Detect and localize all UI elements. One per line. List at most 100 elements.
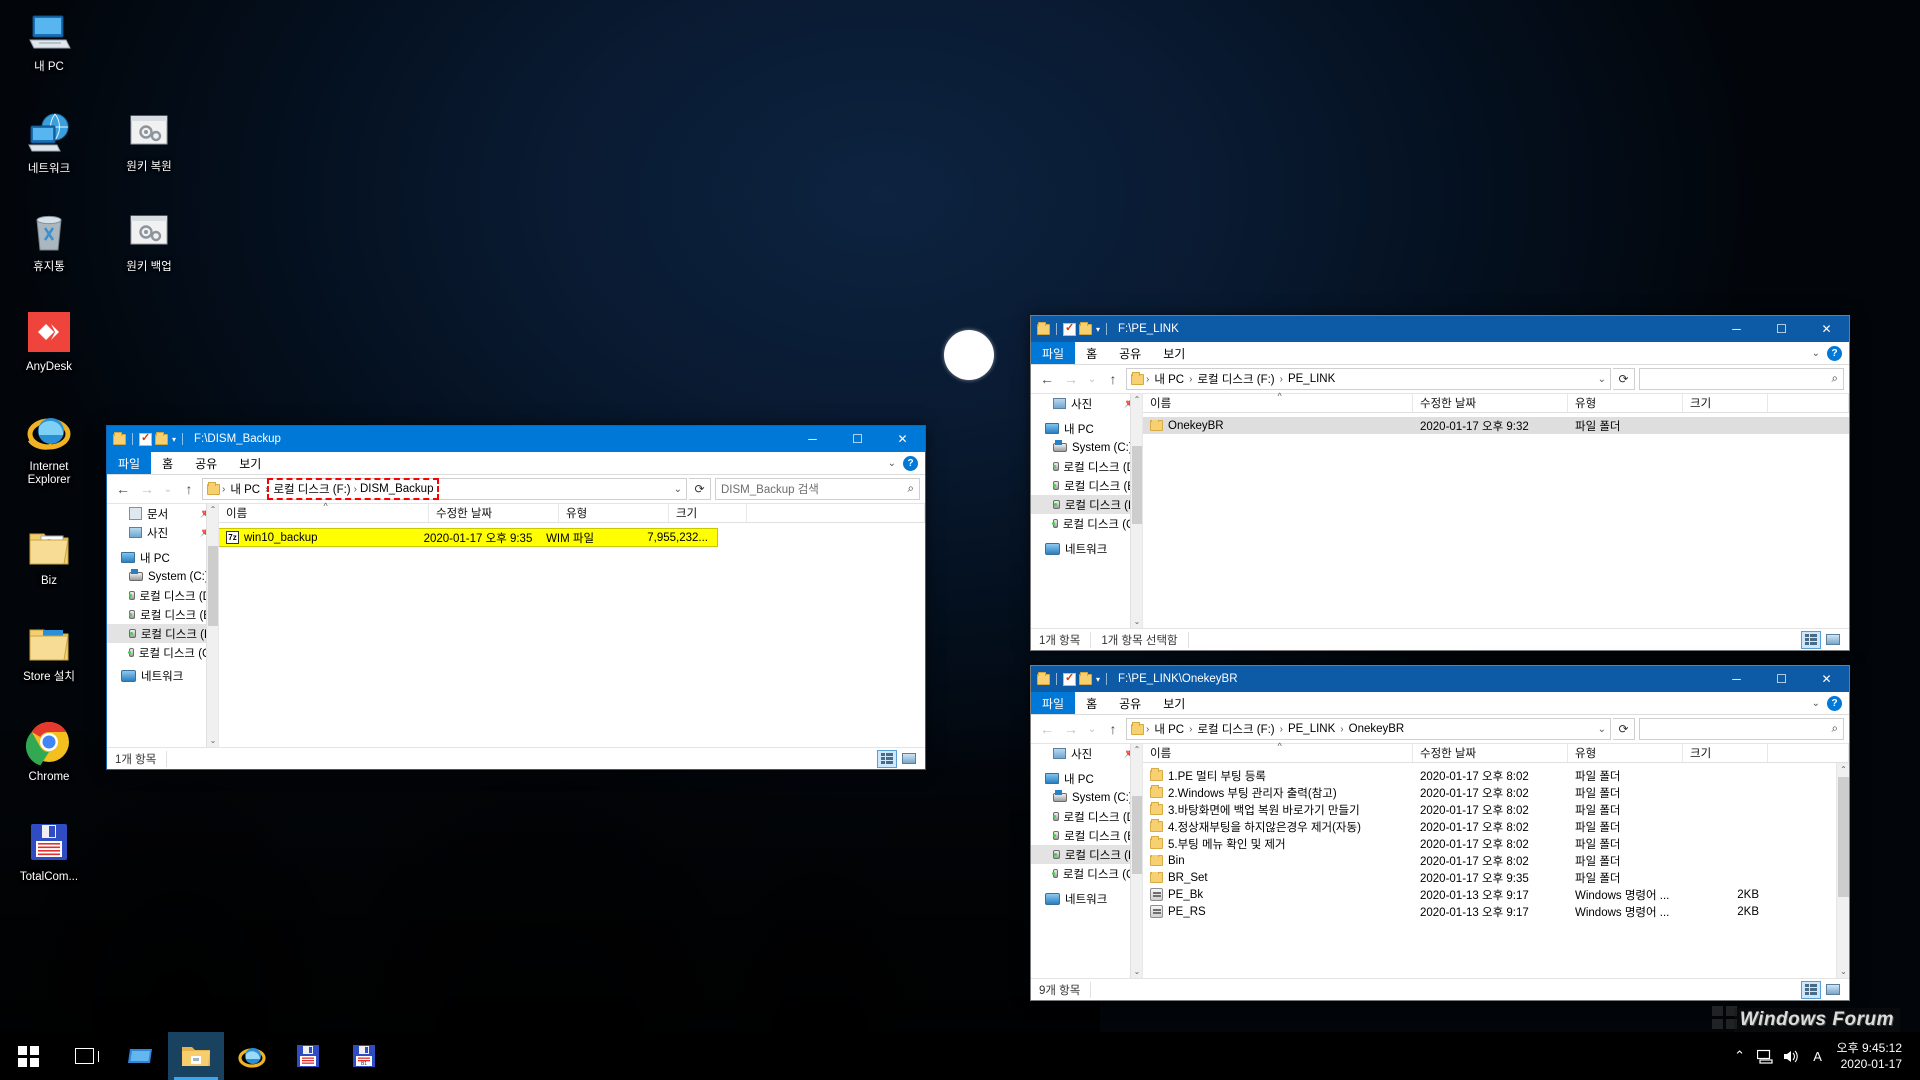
nav-item-pictures[interactable]: 사진 📌 <box>1031 744 1142 763</box>
scroll-down-icon[interactable]: ⌄ <box>207 735 218 747</box>
taskbar-item-save-app-2[interactable]: B1 <box>336 1032 392 1080</box>
breadcrumb-item[interactable]: PE_LINK <box>1285 373 1338 385</box>
nav-item-drive-d[interactable]: 로컬 디스크 (D:) <box>1031 457 1142 476</box>
column-header-type[interactable]: 유형 <box>1568 744 1683 762</box>
up-button[interactable]: ↑ <box>1102 368 1124 390</box>
minimize-button[interactable]: ─ <box>790 426 835 452</box>
search-icon[interactable]: ⌕ <box>1832 723 1838 736</box>
maximize-button[interactable]: ☐ <box>835 426 880 452</box>
taskbar-item-show-desktop[interactable] <box>112 1032 168 1080</box>
desktop-icon-network[interactable]: 네트워크 <box>8 110 90 176</box>
column-header-date[interactable]: 수정한 날짜 <box>1413 394 1568 412</box>
navigation-pane[interactable]: 사진 📌 내 PC System (C:) 로컬 디스크 (D:) <box>1031 744 1143 978</box>
breadcrumb-item[interactable]: 로컬 디스크 (F:) <box>270 481 353 497</box>
nav-item-drive-f[interactable]: 로컬 디스크 (F:) <box>1031 495 1142 514</box>
back-button[interactable]: ← <box>1036 368 1058 390</box>
refresh-button[interactable]: ⟳ <box>1613 368 1635 390</box>
column-header-size[interactable]: 크기 <box>1683 744 1768 762</box>
breadcrumb-item[interactable]: 로컬 디스크 (F:) <box>1194 371 1277 387</box>
table-row[interactable]: 3.바탕화면에 백업 복원 바로가기 만들기 2020-01-17 오후 8:0… <box>1143 801 1836 818</box>
window-titlebar[interactable]: ▾ F:\PE_LINK ─ ☐ ✕ <box>1031 316 1849 342</box>
new-folder-icon[interactable] <box>155 431 168 445</box>
tab-file[interactable]: 파일 <box>1031 342 1076 364</box>
file-list[interactable]: ^ 이름 수정한 날짜 유형 크기 1.PE 멀티 부팅 등록 2020-01-… <box>1143 741 1849 978</box>
nav-item-this-pc[interactable]: 내 PC <box>1031 769 1142 788</box>
refresh-button[interactable]: ⟳ <box>1613 718 1635 740</box>
new-folder-icon[interactable] <box>1079 321 1092 335</box>
up-button[interactable]: ↑ <box>1102 718 1124 740</box>
new-folder-icon[interactable] <box>1079 671 1092 685</box>
quick-access-toolbar[interactable]: ▾ <box>1037 671 1110 686</box>
tab-file[interactable]: 파일 <box>107 452 152 474</box>
table-row[interactable]: 2.Windows 부팅 관리자 출력(참고) 2020-01-17 오후 8:… <box>1143 784 1836 801</box>
desktop-icon-chrome[interactable]: Chrome <box>8 718 90 784</box>
recent-locations-icon[interactable]: ⌄ <box>160 478 176 500</box>
explorer-window-pe-link[interactable]: ▾ F:\PE_LINK ─ ☐ ✕ 파일 홈 공유 보기 ⌄ ? ← → ⌄ … <box>1030 315 1850 651</box>
search-icon[interactable]: ⌕ <box>1832 373 1838 386</box>
search-input[interactable]: ⌕ <box>1639 368 1844 390</box>
nav-item-this-pc[interactable]: 내 PC <box>107 548 218 567</box>
table-row[interactable]: Bin 2020-01-17 오후 8:02 파일 폴더 <box>1143 852 1836 869</box>
rows-container[interactable]: 1.PE 멀티 부팅 등록 2020-01-17 오후 8:02 파일 폴더 2… <box>1143 763 1836 978</box>
chevron-down-icon[interactable]: ▾ <box>172 435 176 444</box>
tab-share[interactable]: 공유 <box>184 452 228 474</box>
table-row[interactable]: BR_Set 2020-01-17 오후 9:35 파일 폴더 <box>1143 869 1836 886</box>
address-dropdown-icon[interactable]: ⌄ <box>1598 724 1606 735</box>
breadcrumb-item[interactable]: 내 PC <box>1151 721 1187 737</box>
taskbar[interactable]: B1 ⌃ A 오후 9:45:12 2020-01-17 <box>0 1032 1920 1080</box>
start-button[interactable] <box>0 1032 56 1080</box>
nav-item-system-c[interactable]: System (C:) <box>1031 788 1142 807</box>
ribbon-tabs[interactable]: 파일 홈 공유 보기 ⌄ ? <box>107 452 925 475</box>
tab-view[interactable]: 보기 <box>1152 342 1196 364</box>
nav-item-network[interactable]: 네트워크 <box>1031 539 1142 558</box>
taskbar-clock[interactable]: 오후 9:45:12 2020-01-17 <box>1831 1040 1914 1072</box>
ribbon-tabs[interactable]: 파일 홈 공유 보기 ⌄ ? <box>1031 342 1849 365</box>
forward-button[interactable]: → <box>1060 368 1082 390</box>
back-button[interactable]: ← <box>112 478 134 500</box>
tab-file[interactable]: 파일 <box>1031 692 1076 714</box>
column-header-name[interactable]: ^ 이름 <box>1143 391 1413 412</box>
recent-locations-icon[interactable]: ⌄ <box>1084 368 1100 390</box>
nav-scrollbar[interactable]: ⌃ ⌄ <box>1130 394 1142 628</box>
refresh-button[interactable]: ⟳ <box>689 478 711 500</box>
navigation-pane[interactable]: 문서 📌 사진 📌 내 PC System (C:) <box>107 504 219 747</box>
desktop-icon-internet-explorer[interactable]: Internet Explorer <box>8 408 90 487</box>
table-row[interactable]: 1.PE 멀티 부팅 등록 2020-01-17 오후 8:02 파일 폴더 <box>1143 767 1836 784</box>
explorer-window-dism-backup[interactable]: ▾ F:\DISM_Backup ─ ☐ ✕ 파일 홈 공유 보기 ⌄ ? ← … <box>106 425 926 770</box>
nav-item-pictures[interactable]: 사진 📌 <box>107 523 218 542</box>
explorer-window-onekeybr[interactable]: ▾ F:\PE_LINK\OnekeyBR ─ ☐ ✕ 파일 홈 공유 보기 ⌄… <box>1030 665 1850 1001</box>
scroll-up-icon[interactable]: ⌃ <box>207 504 218 516</box>
task-view-button[interactable] <box>56 1032 112 1080</box>
desktop-icon-recycle-bin[interactable]: 휴지통 <box>8 208 90 274</box>
column-headers[interactable]: ^ 이름 수정한 날짜 유형 크기 <box>1143 391 1849 413</box>
column-headers[interactable]: ^ 이름 수정한 날짜 유형 크기 <box>1143 741 1849 763</box>
network-tray-icon[interactable] <box>1753 1032 1779 1080</box>
rows-container[interactable]: 7z win10_backup 2020-01-17 오후 9:35 WIM 파… <box>219 523 925 747</box>
large-icons-view-button[interactable] <box>899 750 919 768</box>
search-icon[interactable]: ⌕ <box>908 483 914 496</box>
breadcrumb-item[interactable]: DISM_Backup <box>357 483 437 495</box>
recent-locations-icon[interactable]: ⌄ <box>1084 718 1100 740</box>
address-dropdown-icon[interactable]: ⌄ <box>1598 374 1606 385</box>
column-header-size[interactable]: 크기 <box>669 504 747 522</box>
forward-button[interactable]: → <box>1060 718 1082 740</box>
search-input[interactable]: ⌕ <box>1639 718 1844 740</box>
column-header-type[interactable]: 유형 <box>1568 394 1683 412</box>
taskbar-item-save-app-1[interactable] <box>280 1032 336 1080</box>
nav-item-drive-g[interactable]: 로컬 디스크 (G:) <box>107 643 218 662</box>
rows-container[interactable]: OnekeyBR 2020-01-17 오후 9:32 파일 폴더 <box>1143 413 1849 628</box>
file-list[interactable]: ^ 이름 수정한 날짜 유형 크기 7z win10_backup 2020-0… <box>219 501 925 747</box>
nav-item-pictures[interactable]: 사진 📌 <box>1031 394 1142 413</box>
navigation-bar[interactable]: ← → ⌄ ↑ › 내 PC › 로컬 디스크 (F:) › PE_LINK ⌄… <box>1031 365 1849 393</box>
details-view-button[interactable] <box>1801 980 1821 999</box>
nav-item-network[interactable]: 네트워크 <box>107 666 218 685</box>
scroll-up-icon[interactable]: ⌃ <box>1131 744 1142 756</box>
volume-tray-icon[interactable] <box>1779 1032 1805 1080</box>
search-input[interactable]: DISM_Backup 검색 ⌕ <box>715 478 920 500</box>
forward-button[interactable]: → <box>136 478 158 500</box>
nav-item-documents[interactable]: 문서 📌 <box>107 504 218 523</box>
maximize-button[interactable]: ☐ <box>1759 666 1804 692</box>
address-dropdown-icon[interactable]: ⌄ <box>674 484 682 495</box>
expand-ribbon-icon[interactable]: ⌄ <box>1812 348 1820 359</box>
table-row[interactable]: PE_Bk 2020-01-13 오후 9:17 Windows 명령어 ...… <box>1143 886 1836 903</box>
